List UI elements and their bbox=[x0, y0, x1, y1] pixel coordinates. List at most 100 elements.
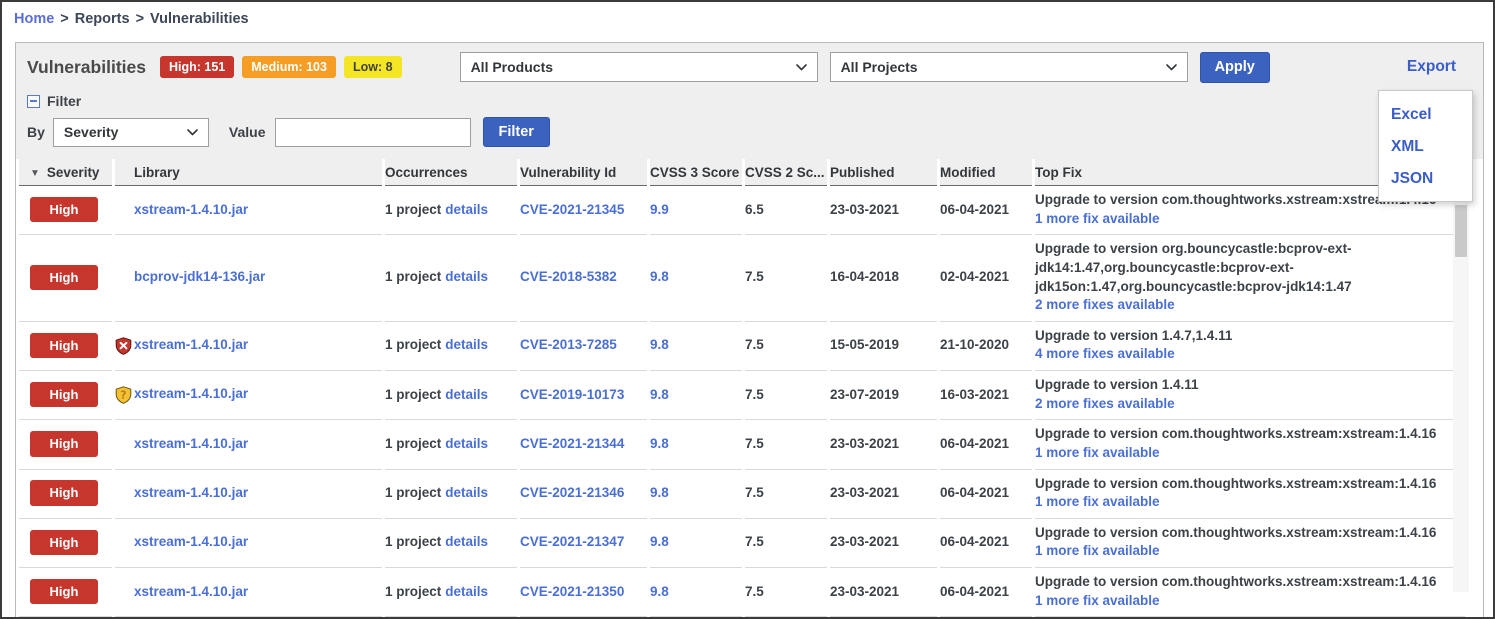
breadcrumb-home-link[interactable]: Home bbox=[14, 11, 54, 27]
details-link[interactable]: details bbox=[445, 337, 488, 352]
more-fixes-link[interactable]: 1 more fix available bbox=[1035, 444, 1160, 463]
library-link[interactable]: xstream-1.4.10.jar bbox=[134, 534, 248, 549]
severity-badge: High bbox=[30, 431, 98, 457]
cvss3-score-link[interactable]: 9.8 bbox=[650, 534, 669, 549]
vulnerability-id-link[interactable]: CVE-2021-21347 bbox=[520, 534, 624, 549]
filter-value-label: Value bbox=[229, 124, 266, 140]
sort-descending-icon: ▼ bbox=[30, 168, 40, 179]
column-header-modified[interactable]: Modified bbox=[940, 159, 1032, 186]
projects-select[interactable]: All Projects bbox=[830, 52, 1188, 82]
details-link[interactable]: details bbox=[445, 534, 488, 549]
cvss2-score: 7.5 bbox=[745, 485, 764, 500]
occurrences-count: 1 project bbox=[385, 534, 441, 549]
chevron-down-icon bbox=[187, 129, 198, 136]
column-header-library[interactable]: Library bbox=[115, 159, 382, 186]
details-link[interactable]: details bbox=[445, 485, 488, 500]
occurrences-count: 1 project bbox=[385, 436, 441, 451]
chevron-down-icon bbox=[796, 64, 807, 71]
top-fix-text: Upgrade to version org.bouncycastle:bcpr… bbox=[1035, 240, 1465, 296]
breadcrumb-vulnerabilities: Vulnerabilities bbox=[150, 11, 249, 27]
library-link[interactable]: xstream-1.4.10.jar bbox=[134, 584, 248, 599]
modified-date: 06-04-2021 bbox=[940, 485, 1009, 500]
occurrences-count: 1 project bbox=[385, 584, 441, 599]
column-header-severity[interactable]: ▼Severity bbox=[19, 159, 112, 186]
medium-count-badge: Medium: 103 bbox=[242, 56, 336, 78]
top-fix-text: Upgrade to version com.thoughtworks.xstr… bbox=[1035, 573, 1465, 592]
library-link[interactable]: xstream-1.4.10.jar bbox=[134, 386, 248, 401]
vulnerability-id-link[interactable]: CVE-2018-5382 bbox=[520, 269, 617, 284]
svg-text:?: ? bbox=[120, 388, 126, 401]
details-link[interactable]: details bbox=[445, 584, 488, 599]
severity-badge: High bbox=[30, 333, 98, 359]
filter-by-select[interactable]: Severity bbox=[53, 118, 209, 147]
apply-button[interactable]: Apply bbox=[1200, 52, 1270, 83]
column-header-published[interactable]: Published bbox=[830, 159, 937, 186]
more-fixes-link[interactable]: 1 more fix available bbox=[1035, 542, 1160, 561]
modified-date: 06-04-2021 bbox=[940, 436, 1009, 451]
vulnerabilities-report-window: Home>Reports>Vulnerabilities Vulnerabili… bbox=[0, 0, 1495, 619]
vulnerability-id-link[interactable]: CVE-2021-21344 bbox=[520, 436, 624, 451]
scrollbar-thumb[interactable] bbox=[1455, 205, 1467, 257]
products-select[interactable]: All Products bbox=[460, 52, 818, 82]
library-link[interactable]: xstream-1.4.10.jar bbox=[134, 485, 248, 500]
cvss2-score: 6.5 bbox=[745, 202, 764, 217]
filter-value-input[interactable] bbox=[275, 118, 471, 147]
vulnerability-id-link[interactable]: CVE-2021-21350 bbox=[520, 584, 624, 599]
export-excel-option[interactable]: Excel bbox=[1379, 99, 1472, 131]
library-link[interactable]: bcprov-jdk14-136.jar bbox=[134, 269, 265, 284]
library-link[interactable]: xstream-1.4.10.jar bbox=[134, 436, 248, 451]
cvss3-score-link[interactable]: 9.8 bbox=[650, 337, 669, 352]
cvss2-score: 7.5 bbox=[745, 534, 764, 549]
severity-badge: High bbox=[30, 197, 98, 223]
vulnerability-id-link[interactable]: CVE-2021-21346 bbox=[520, 485, 624, 500]
more-fixes-link[interactable]: 2 more fixes available bbox=[1035, 296, 1175, 315]
cvss3-score-link[interactable]: 9.8 bbox=[650, 436, 669, 451]
column-header-cvss3-score[interactable]: CVSS 3 Score bbox=[650, 159, 742, 186]
page-title: Vulnerabilities bbox=[27, 57, 146, 78]
details-link[interactable]: details bbox=[445, 436, 488, 451]
modified-date: 16-03-2021 bbox=[940, 387, 1009, 402]
table-row: High xstream-1.4.10.jar 1 projectdetails… bbox=[19, 519, 1465, 568]
cvss2-score: 7.5 bbox=[745, 436, 764, 451]
cvss3-score-link[interactable]: 9.8 bbox=[650, 387, 669, 402]
collapse-filter-icon[interactable] bbox=[27, 95, 40, 108]
filter-button[interactable]: Filter bbox=[483, 117, 550, 147]
cvss3-score-link[interactable]: 9.9 bbox=[650, 202, 669, 217]
library-link[interactable]: xstream-1.4.10.jar bbox=[134, 337, 248, 352]
vulnerabilities-table-wrap: ▼Severity Library Occurrences Vulnerabil… bbox=[16, 159, 1483, 619]
breadcrumb-reports[interactable]: Reports bbox=[75, 11, 130, 27]
published-date: 23-07-2019 bbox=[830, 387, 899, 402]
vulnerability-id-link[interactable]: CVE-2021-21345 bbox=[520, 202, 624, 217]
cvss3-score-link[interactable]: 9.8 bbox=[650, 269, 669, 284]
cvss2-score: 7.5 bbox=[745, 387, 764, 402]
published-date: 16-04-2018 bbox=[830, 269, 899, 284]
table-row: High xstream-1.4.10.jar 1 projectdetails… bbox=[19, 470, 1465, 519]
more-fixes-link[interactable]: 4 more fixes available bbox=[1035, 345, 1175, 364]
column-header-occurrences[interactable]: Occurrences bbox=[385, 159, 517, 186]
export-json-option[interactable]: JSON bbox=[1379, 163, 1472, 195]
cvss3-score-link[interactable]: 9.8 bbox=[650, 584, 669, 599]
export-menu: Excel XML JSON bbox=[1378, 90, 1473, 202]
severity-badge: High bbox=[30, 579, 98, 605]
more-fixes-link[interactable]: 1 more fix available bbox=[1035, 493, 1160, 512]
details-link[interactable]: details bbox=[445, 387, 488, 402]
more-fixes-link[interactable]: 1 more fix available bbox=[1035, 210, 1160, 229]
vertical-scrollbar[interactable]: ▲ bbox=[1453, 187, 1469, 592]
export-xml-option[interactable]: XML bbox=[1379, 131, 1472, 163]
column-header-vulnerability-id[interactable]: Vulnerability Id bbox=[520, 159, 647, 186]
details-link[interactable]: details bbox=[445, 269, 488, 284]
published-date: 15-05-2019 bbox=[830, 337, 899, 352]
column-header-cvss2-score[interactable]: CVSS 2 Sc... bbox=[745, 159, 827, 186]
more-fixes-link[interactable]: 2 more fixes available bbox=[1035, 395, 1175, 414]
details-link[interactable]: details bbox=[445, 202, 488, 217]
high-count-badge: High: 151 bbox=[160, 56, 234, 78]
vulnerability-id-link[interactable]: CVE-2013-7285 bbox=[520, 337, 617, 352]
filter-section-header: Filter bbox=[27, 91, 1483, 115]
library-link[interactable]: xstream-1.4.10.jar bbox=[134, 202, 248, 217]
filter-section-label: Filter bbox=[47, 93, 81, 109]
cvss3-score-link[interactable]: 9.8 bbox=[650, 485, 669, 500]
more-fixes-link[interactable]: 1 more fix available bbox=[1035, 592, 1160, 611]
export-link[interactable]: Export bbox=[1407, 58, 1456, 76]
vulnerability-id-link[interactable]: CVE-2019-10173 bbox=[520, 387, 624, 402]
panel-header: Vulnerabilities High: 151 Medium: 103 Lo… bbox=[16, 43, 1483, 159]
